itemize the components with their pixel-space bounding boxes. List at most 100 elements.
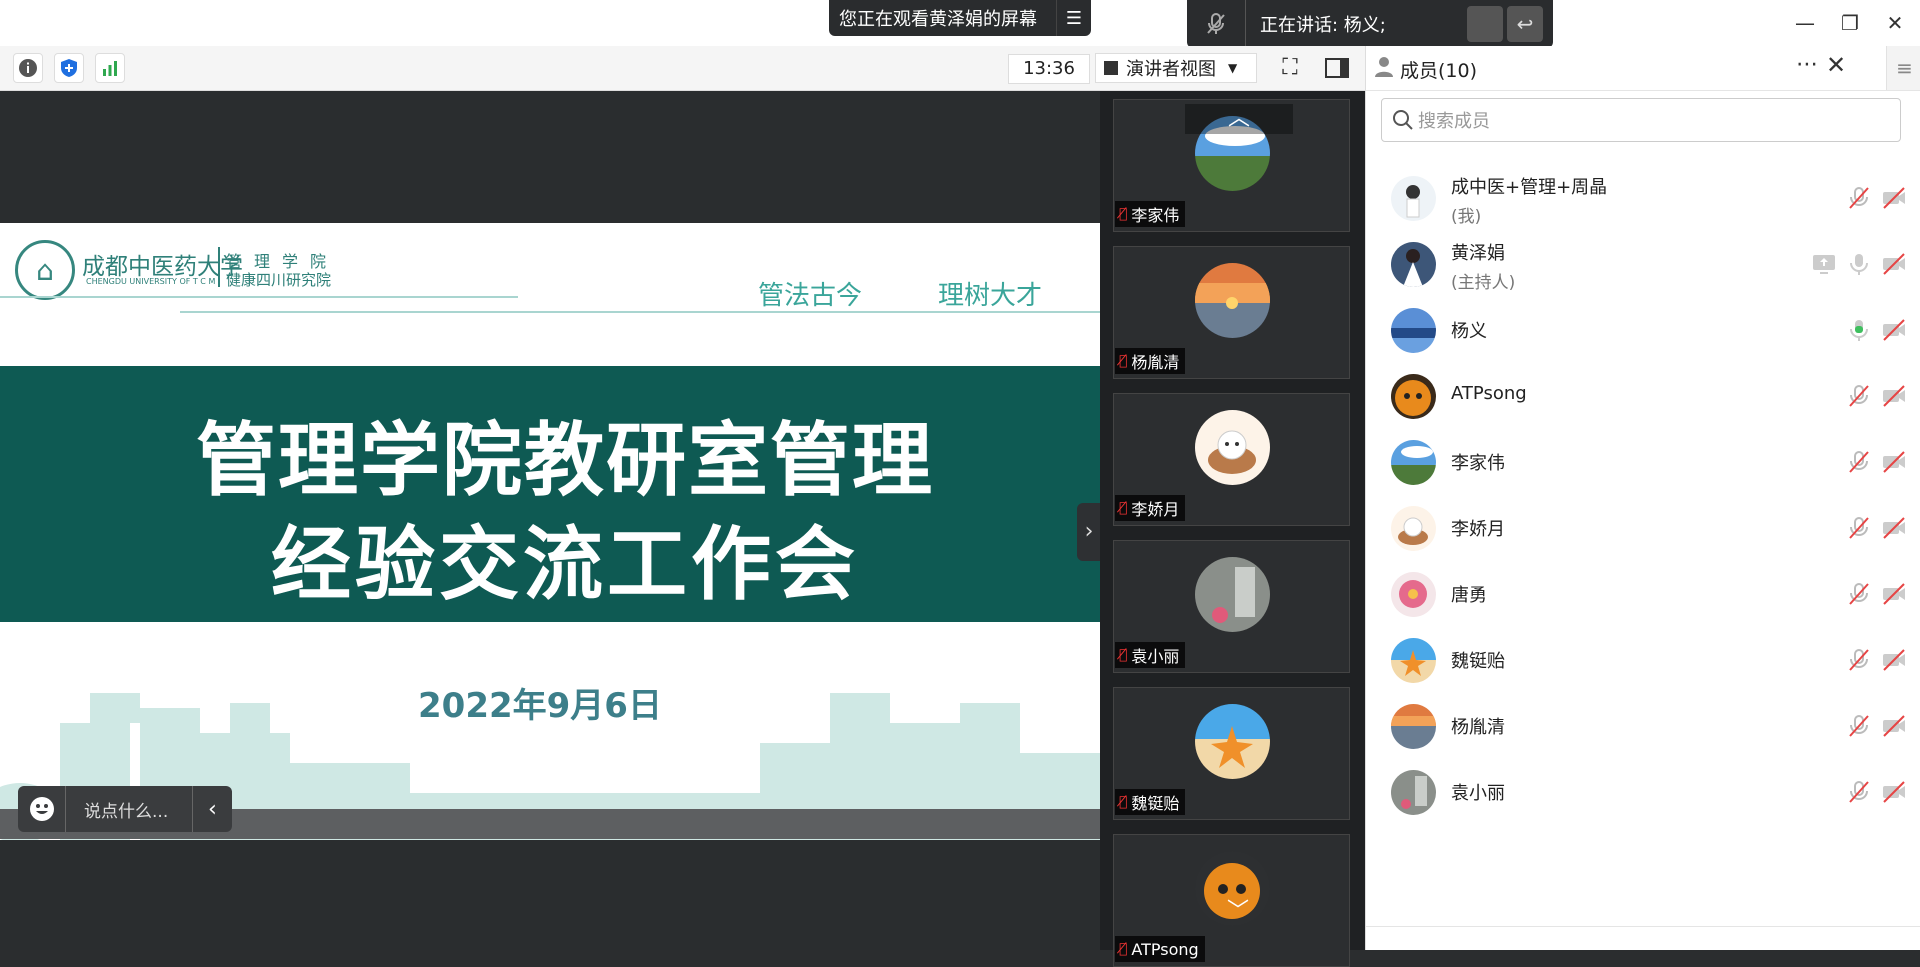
member-row[interactable]: ATPsong: [1366, 363, 1920, 429]
logo-divider: [218, 247, 220, 287]
muted-mic-icon[interactable]: [1846, 713, 1872, 739]
member-row[interactable]: 李家伟: [1366, 429, 1920, 495]
presentation-slide: ⌂ 成都中医药大学 CHENGDU UNIVERSITY OF T C M 管理…: [0, 223, 1100, 840]
slide-title-line2: 经验交流工作会: [271, 517, 859, 611]
search-icon: [1393, 110, 1413, 130]
video-tile[interactable]: 🎙̸ 杨胤清: [1113, 246, 1350, 379]
security-shield-icon[interactable]: [54, 53, 84, 83]
muted-mic-icon: 🎙̸: [1119, 500, 1128, 516]
minimize-icon[interactable]: —: [1790, 8, 1820, 38]
mic-active-icon[interactable]: [1846, 317, 1872, 343]
member-row[interactable]: 魏铤贻: [1366, 627, 1920, 693]
video-tile[interactable]: 🎙̸ 魏铤贻: [1113, 687, 1350, 820]
members-panel: 成员(10) ⋯ ✕ ≡ 成中医+管理+周晶 (我) 黄泽娟 (主持人) 杨义 …: [1365, 46, 1920, 950]
camera-off-icon[interactable]: [1881, 779, 1907, 805]
member-row[interactable]: 袁小丽: [1366, 759, 1920, 825]
muted-mic-icon[interactable]: [1846, 647, 1872, 673]
camera-off-icon[interactable]: [1881, 515, 1907, 541]
member-name: 黄泽娟: [1451, 243, 1505, 264]
share-menu-icon[interactable]: ☰: [1056, 0, 1091, 36]
restore-icon[interactable]: ❐: [1835, 8, 1865, 38]
muted-mic-icon[interactable]: [1846, 185, 1872, 211]
video-tile[interactable]: 🎙̸ 袁小丽: [1113, 540, 1350, 673]
avatar: [1391, 506, 1436, 551]
motto-left: 管法古今: [758, 281, 863, 311]
avatar: [1195, 704, 1270, 779]
member-row[interactable]: 杨胤清: [1366, 693, 1920, 759]
chat-placeholder[interactable]: 说点什么...: [66, 797, 192, 822]
toggle-video-strip-icon[interactable]: ›: [1077, 503, 1101, 561]
view-mode-label: 演讲者视图: [1126, 59, 1216, 80]
camera-off-icon[interactable]: [1881, 185, 1907, 211]
member-row[interactable]: 唐勇: [1366, 561, 1920, 627]
fullscreen-icon[interactable]: ⛶: [1273, 53, 1307, 83]
member-name: 杨胤清: [1451, 717, 1505, 738]
chat-input-bar[interactable]: 说点什么... ‹: [18, 786, 232, 832]
close-window-icon[interactable]: ✕: [1880, 8, 1910, 38]
avatar: [1391, 308, 1436, 353]
view-layout-icon: [1104, 61, 1118, 75]
muted-mic-icon: 🎙̸: [1119, 206, 1128, 222]
muted-mic-icon[interactable]: [1846, 449, 1872, 475]
member-row[interactable]: 杨义: [1366, 297, 1920, 363]
camera-off-icon[interactable]: [1881, 251, 1907, 277]
view-mode-dropdown[interactable]: 演讲者视图 ▼: [1095, 53, 1257, 83]
muted-mic-icon[interactable]: [1846, 581, 1872, 607]
muted-mic-icon[interactable]: [1846, 779, 1872, 805]
member-name: 魏铤贻: [1451, 651, 1505, 672]
emoji-icon[interactable]: [18, 786, 67, 832]
info-icon[interactable]: [13, 53, 43, 83]
camera-off-icon[interactable]: [1881, 713, 1907, 739]
more-options-icon[interactable]: ⋯: [1796, 52, 1818, 77]
members-title: 成员(10): [1400, 60, 1478, 82]
return-icon[interactable]: ↩: [1507, 6, 1543, 42]
participant-name: 魏铤贻: [1131, 794, 1180, 813]
avatar: [1391, 638, 1436, 683]
avatar: [1391, 572, 1436, 617]
member-name: 李家伟: [1451, 453, 1505, 474]
mic-icon[interactable]: [1846, 251, 1872, 277]
muted-mic-icon: 🎙̸: [1119, 647, 1128, 663]
camera-off-icon[interactable]: [1881, 581, 1907, 607]
camera-off-icon[interactable]: [1881, 383, 1907, 409]
meeting-time: 13:36: [1008, 54, 1090, 84]
avatar: [1195, 263, 1270, 338]
panel-layout-icon[interactable]: [1322, 53, 1356, 83]
avatar: [1391, 704, 1436, 749]
slide-date: 2022年9月6日: [418, 686, 662, 726]
chevron-up-icon[interactable]: ︿: [1185, 104, 1293, 134]
person-icon: [1375, 57, 1393, 77]
camera-off-icon[interactable]: [1881, 647, 1907, 673]
muted-mic-icon[interactable]: [1846, 383, 1872, 409]
speaking-text: 正在讲话: 杨义;: [1260, 15, 1386, 36]
video-tile-name: 🎙̸ ATPsong: [1115, 936, 1205, 962]
participant-name: 李娇月: [1131, 500, 1180, 519]
muted-mic-icon: 🎙̸: [1119, 353, 1128, 369]
panel-menu-icon[interactable]: ≡: [1886, 46, 1920, 90]
avatar: [1391, 440, 1436, 485]
participant-name: 杨胤清: [1131, 353, 1180, 372]
member-search-input[interactable]: [1416, 105, 1890, 137]
video-tile[interactable]: 🎙̸ 李娇月: [1113, 393, 1350, 526]
member-name: ATPsong: [1451, 383, 1527, 404]
panel-footer-divider: [1366, 926, 1920, 927]
member-row[interactable]: 李娇月: [1366, 495, 1920, 561]
members-panel-header: 成员(10) ⋯ ✕ ≡: [1366, 46, 1920, 91]
muted-mic-icon[interactable]: [1846, 515, 1872, 541]
video-tile-name: 🎙̸ 魏铤贻: [1115, 789, 1186, 815]
participant-name: ATPsong: [1131, 939, 1199, 959]
member-role: (主持人): [1451, 273, 1516, 293]
member-row[interactable]: 成中医+管理+周晶 (我): [1366, 165, 1920, 231]
avatar: [1391, 770, 1436, 815]
member-row[interactable]: 黄泽娟 (主持人): [1366, 231, 1920, 297]
member-name: 李娇月: [1451, 519, 1505, 540]
network-signal-icon[interactable]: [95, 53, 125, 83]
camera-off-icon[interactable]: [1881, 449, 1907, 475]
chevron-down-icon[interactable]: ﹀: [1203, 897, 1273, 927]
meeting-toolbar: 13:36 演讲者视图 ▼ ⛶: [0, 46, 1365, 91]
collapse-chat-icon[interactable]: ‹: [191, 786, 232, 832]
member-search-field[interactable]: [1381, 98, 1901, 142]
camera-off-icon[interactable]: [1881, 317, 1907, 343]
close-panel-icon[interactable]: ✕: [1826, 51, 1846, 79]
member-name: 唐勇: [1451, 585, 1487, 606]
